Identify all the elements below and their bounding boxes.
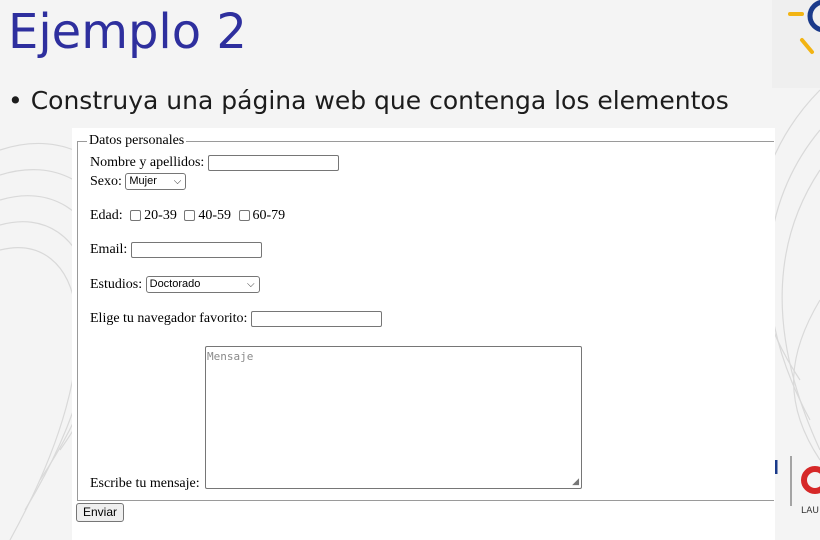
age-row: Edad: 20-39 40-59 60-79 (90, 207, 285, 225)
browser-row: Elige tu navegador favorito: (90, 310, 382, 328)
age-option-label: 40-59 (198, 208, 231, 223)
age-checkbox-20-39[interactable] (130, 210, 142, 222)
sex-row: Sexo: Mujer ⌵ (90, 173, 187, 191)
name-label: Nombre y apellidos: (90, 155, 205, 170)
studies-row: Estudios: Doctorado ⌵ (90, 276, 260, 294)
sex-select[interactable]: Mujer ⌵ (125, 173, 187, 191)
bullet-text: Construya una página web que contenga lo… (30, 86, 729, 115)
brand-logo-mark-icon (774, 456, 820, 506)
message-label: Escribe tu mensaje: (90, 476, 200, 491)
age-checkbox-60-79[interactable] (238, 210, 250, 222)
age-option-label: 20-39 (144, 208, 177, 223)
email-row: Email: (90, 241, 262, 259)
brand-logo-bottom: LAU (774, 448, 820, 528)
brand-logo-icon (772, 0, 820, 88)
slide-title: Ejemplo 2 (8, 4, 247, 60)
age-checkbox-40-59[interactable] (184, 210, 196, 222)
studies-select-value: Doctorado (149, 278, 201, 291)
brand-logo-top-icon (788, 0, 820, 54)
logo-caption: LAU (801, 506, 819, 516)
studies-select[interactable]: Doctorado ⌵ (145, 276, 260, 294)
name-input[interactable] (207, 154, 339, 171)
favorite-browser-input[interactable] (250, 310, 382, 327)
email-label: Email: (90, 242, 128, 257)
slide-bullet: • Construya una página web que contenga … (8, 84, 729, 118)
browser-content: Datos personales Nombre y apellidos: Sex… (72, 128, 775, 540)
message-placeholder: Mensaje (207, 350, 254, 363)
submit-button[interactable]: Enviar (76, 503, 124, 522)
age-label: Edad: (90, 208, 123, 223)
message-textarea[interactable]: Mensaje ◢ (205, 346, 582, 489)
email-field[interactable] (130, 241, 262, 258)
fieldset-legend: Datos personales (87, 133, 187, 149)
name-row: Nombre y apellidos: (90, 154, 339, 172)
bullet-marker: • (8, 86, 23, 115)
browser-label: Elige tu navegador favorito: (90, 311, 248, 326)
chevron-down-icon: ⌵ (247, 279, 255, 291)
sex-select-value: Mujer (129, 175, 157, 188)
age-option-label: 60-79 (252, 208, 286, 223)
resize-grip-icon[interactable]: ◢ (572, 476, 579, 487)
studies-label: Estudios: (90, 277, 143, 292)
chevron-down-icon: ⌵ (173, 176, 182, 188)
sex-label: Sexo: (90, 174, 122, 189)
